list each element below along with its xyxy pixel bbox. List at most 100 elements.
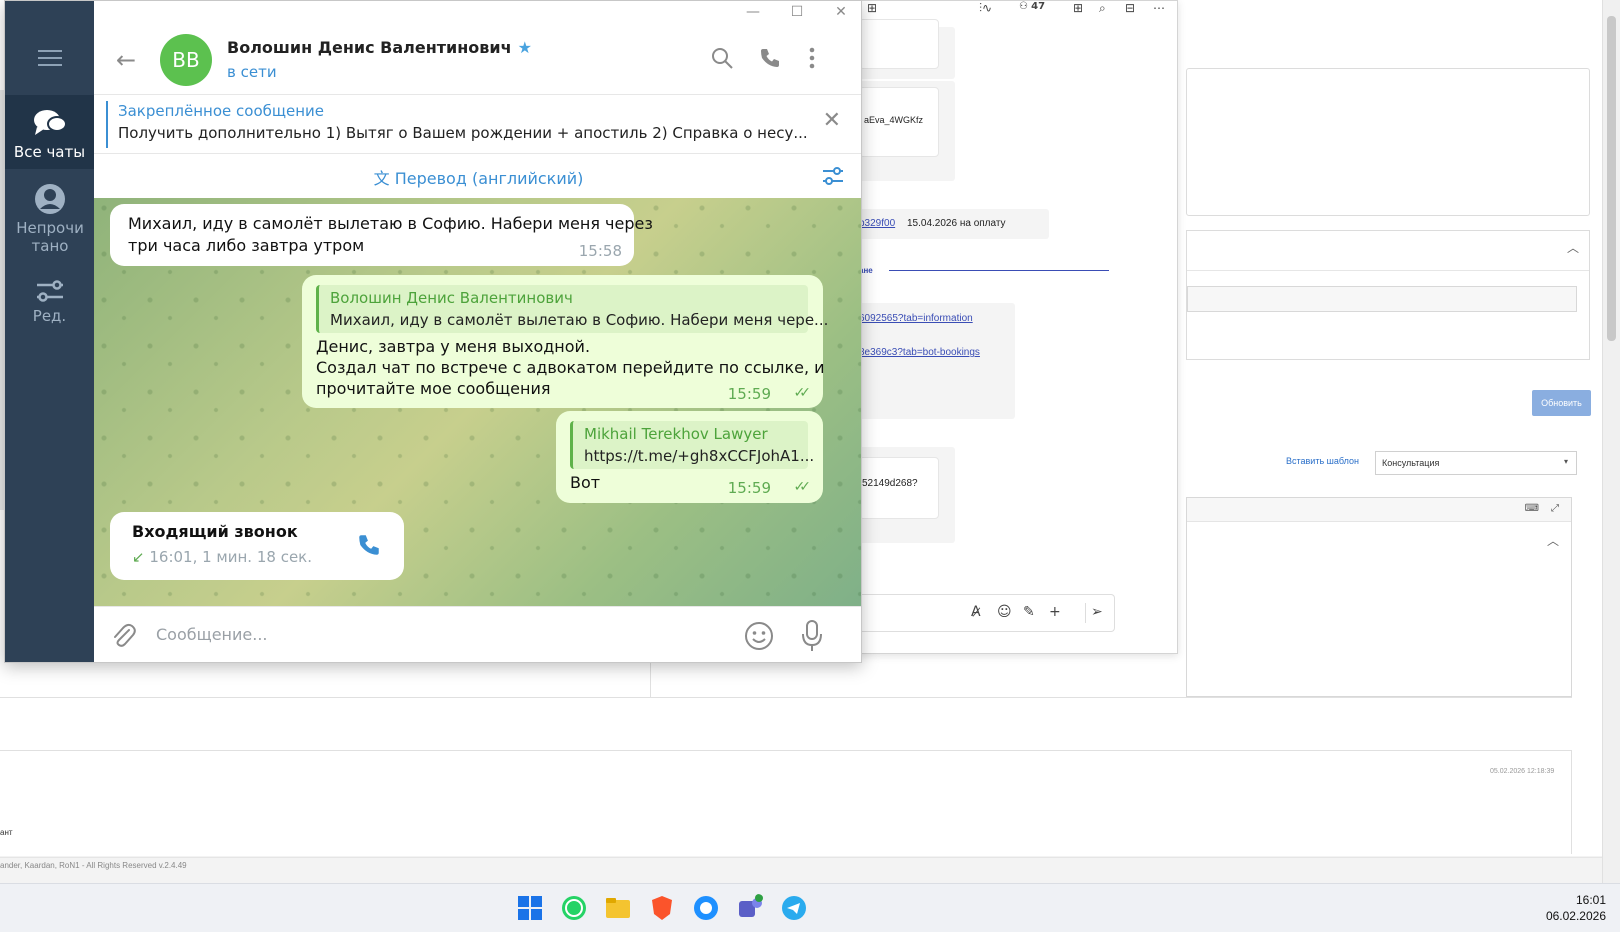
teams-icon[interactable] <box>736 894 764 922</box>
invoice-text: 15.04.2026 на оплату <box>907 218 1006 229</box>
chat-header: ← ВВ Волошин Денис Валентинович ★ в сети <box>94 26 861 95</box>
sidebar-item-label: Непрочитано <box>16 219 84 255</box>
brave-browser-icon[interactable] <box>648 894 676 922</box>
more-icon[interactable]: ⋯ <box>1153 1 1165 15</box>
telegram-sidebar: Все чаты Непрочитано Ред. <box>5 1 94 662</box>
page-scrollbar[interactable] <box>1602 0 1620 883</box>
message-text: Денис, завтра у меня выходной. <box>316 337 591 356</box>
message-text: три часа либо завтра утром <box>128 236 365 255</box>
translate-button[interactable]: 文 Перевод (английский) <box>94 165 861 189</box>
menu-icon <box>38 50 62 52</box>
maximize-icon[interactable]: ☐ <box>775 1 819 26</box>
chevron-down-icon: ▾ <box>1563 457 1568 466</box>
format-icon[interactable]: A̷ <box>971 604 981 620</box>
background-input-field[interactable] <box>1187 286 1577 312</box>
file-name: aEva_4WGKfz <box>864 115 924 125</box>
outgoing-message[interactable]: Mikhail Terekhov Lawyer https://t.me/+gh… <box>556 411 823 503</box>
background-panel <box>1186 68 1590 216</box>
emoji-icon[interactable]: ☺ <box>997 604 1012 620</box>
sidebar-item-label: Ред. <box>32 307 67 325</box>
add-tab-icon[interactable]: ⊞ <box>867 1 877 15</box>
read-checkmarks-icon: ✓✓ <box>793 385 812 401</box>
search-icon[interactable] <box>710 46 734 70</box>
plus-icon[interactable]: + <box>1049 604 1061 620</box>
reply-quote[interactable]: Волошин Денис Валентинович Михаил, иду в… <box>316 285 828 333</box>
translate-bar: 文 Перевод (английский) <box>94 154 861 198</box>
attach-icon[interactable] <box>110 622 136 650</box>
clock-time: 16:01 <box>1575 893 1606 907</box>
hash-card: 52149d268? <box>859 447 955 543</box>
editor-toolbar: ⌨ ⤢ <box>1187 498 1571 522</box>
background-history-panel <box>0 750 1572 854</box>
history-timestamp: 05.02.2026 12:18:39 <box>1490 768 1555 775</box>
message-input[interactable]: Сообщение... <box>156 625 268 644</box>
chat-title[interactable]: Волошин Денис Валентинович ★ <box>227 38 532 57</box>
chats-icon <box>33 110 67 135</box>
minimize-icon[interactable]: — <box>731 1 775 26</box>
message-editor[interactable]: ⌨ ⤢ ︿ <box>1186 497 1572 697</box>
phone-icon[interactable] <box>758 46 782 70</box>
audio-icon[interactable]: ⫶∿ <box>979 1 992 16</box>
translate-icon: 文 <box>373 169 390 188</box>
apps-icon[interactable]: ⊞ <box>1073 1 1083 15</box>
sidebar-item-all-chats[interactable]: Все чаты <box>5 95 94 169</box>
sticker-icon[interactable]: ✎ <box>1023 604 1035 620</box>
read-checkmarks-icon: ✓✓ <box>793 479 812 495</box>
menu-button[interactable] <box>5 26 94 92</box>
more-vertical-icon[interactable] <box>806 46 818 70</box>
file-explorer-icon[interactable] <box>604 894 632 922</box>
template-select-value: Консультация <box>1382 458 1440 468</box>
message-text: прочитайте мое сообщения <box>316 379 551 398</box>
emoji-icon[interactable] <box>744 621 774 651</box>
back-arrow-icon[interactable]: ← <box>116 46 136 74</box>
close-icon[interactable]: ✕ <box>823 108 841 133</box>
insert-template-link[interactable]: Вставить шаблон <box>1286 456 1359 466</box>
windows-start-icon[interactable] <box>516 894 544 922</box>
app-footer: ander, Kaardan, RoN1 - All Rights Reserv… <box>0 857 1602 874</box>
bookings-link[interactable]: 8e369c3?tab=bot-bookings <box>859 347 980 358</box>
chevron-up-icon[interactable]: ︿ <box>1547 532 1559 549</box>
online-status: в сети <box>227 63 277 81</box>
outgoing-message[interactable]: Волошин Денис Валентинович Михаил, иду в… <box>302 275 828 408</box>
chat-area[interactable]: Михаил, иду в самолёт вылетаю в Софию. Н… <box>94 198 861 606</box>
translate-label: Перевод (английский) <box>394 169 584 188</box>
avatar[interactable]: ВВ <box>160 34 212 86</box>
reply-author: Волошин Денис Валентинович <box>330 289 573 307</box>
microphone-icon[interactable] <box>800 619 824 653</box>
sidebar-item-unread[interactable]: Непрочитано <box>5 183 94 263</box>
windows-taskbar: 16:01 06.02.2026 <box>0 883 1620 932</box>
window-titlebar: — ☐ ✕ <box>94 1 861 26</box>
sidebar-item-edit[interactable]: Ред. <box>5 279 94 339</box>
middle-message-input[interactable]: A̷ ☺ ✎ + ➢ <box>859 594 1115 632</box>
participants-icon[interactable]: ⚇ 47 <box>1019 1 1045 12</box>
information-link[interactable]: 6092565?tab=information <box>859 313 973 324</box>
chevron-up-icon[interactable]: ︿ <box>1567 239 1579 256</box>
participants-count: 47 <box>1031 1 1046 12</box>
reply-author: Mikhail Terekhov Lawyer <box>584 425 768 443</box>
incoming-call-message[interactable]: Входящий звонок ↙ 16:01, 1 мин. 18 сек. <box>110 512 404 580</box>
message-time: 15:58 <box>578 242 622 260</box>
incoming-arrow-icon: ↙ <box>132 548 145 566</box>
invoice-link[interactable]: b329f00 <box>859 218 895 229</box>
phone-icon[interactable] <box>356 532 382 558</box>
reply-quote[interactable]: Mikhail Terekhov Lawyer https://t.me/+gh… <box>570 421 814 469</box>
links-card: 6092565?tab=information 8e369c3?tab=bot-… <box>859 303 1015 419</box>
whatsapp-icon[interactable] <box>560 894 588 922</box>
pinned-message[interactable]: Закреплённое сообщение Получить дополнит… <box>94 95 861 154</box>
expand-icon[interactable]: ⤢ <box>1551 503 1559 514</box>
reply-text: https://t.me/+gh8xCCFJohA1... <box>584 447 815 465</box>
update-button[interactable]: Обновить <box>1532 390 1591 416</box>
message-time: 15:59 <box>727 385 771 403</box>
telegram-icon[interactable] <box>780 894 808 922</box>
incoming-message[interactable]: Михаил, иду в самолёт вылетаю в Софию. Н… <box>110 204 653 266</box>
hash-text: 52149d268? <box>862 478 918 489</box>
system-clock[interactable]: 16:01 06.02.2026 <box>1546 892 1606 924</box>
skype-icon[interactable] <box>692 894 720 922</box>
translate-settings-icon[interactable] <box>821 165 845 187</box>
search-icon[interactable]: ⌕ <box>1099 1 1106 16</box>
template-select[interactable]: Консультация ▾ <box>1375 451 1577 475</box>
sidebar-icon[interactable]: ⊟ <box>1125 1 1135 15</box>
close-icon[interactable]: ✕ <box>819 1 861 26</box>
keyboard-icon[interactable]: ⌨ <box>1525 503 1539 514</box>
send-icon[interactable]: ➢ <box>1091 604 1103 620</box>
